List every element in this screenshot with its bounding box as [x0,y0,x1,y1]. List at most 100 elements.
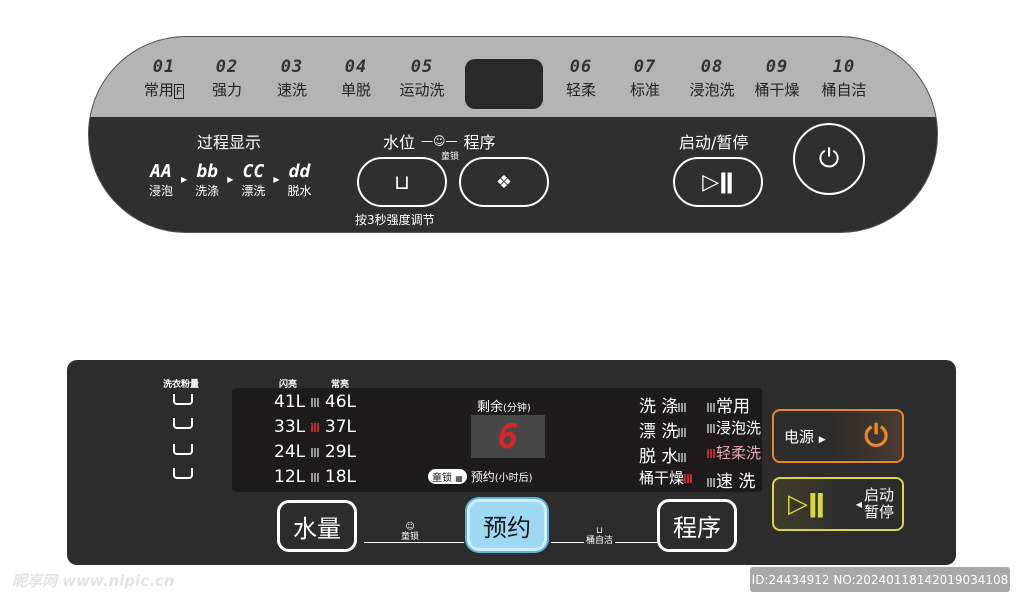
led-indicator [707,402,716,412]
program-01[interactable]: 01 常用 F [129,57,199,100]
stage-row: 洗 涤 [639,392,688,417]
program-label: 浸泡洗 [689,81,735,99]
program-label: 轻柔 [565,81,596,99]
play-pause-icon: ▷ǁ [702,169,734,195]
water-program-header: 水位 —☺— 程序 [383,129,496,153]
detergent-cup-icon [173,468,193,479]
program-09[interactable]: 09 桶干燥 [742,57,812,100]
mode-row: 浸泡洗 [707,417,761,438]
tub-icon: ⊔ [595,526,604,536]
program-label: 桶自洁 [821,81,867,99]
reserve-unit: (小时后) [494,473,533,484]
program-10[interactable]: 10 桶自洁 [809,57,879,100]
stage-label: 脱 水 [639,447,679,467]
process-label: 漂洗 [241,184,266,198]
mode-row: 速 洗 [707,467,755,492]
child-lock-connector [364,542,464,543]
led-indicator [707,449,716,458]
detergent-cup-icon [173,444,193,455]
program-number: 04 [344,57,368,77]
led-indicator [684,474,694,483]
process-step: AA 浸泡 [149,161,173,199]
led-indicator [310,422,320,432]
start-pause-label: ◀ 启动 暂停 [855,486,894,521]
program-08[interactable]: 08 浸泡洗 [677,57,747,100]
level-steady: 37L [324,417,357,437]
mode-label: 常用 [716,397,750,417]
remain-text: 剩余 [477,400,504,415]
stage-label: 漂 洗 [639,422,679,442]
program-label: 标准 [629,81,660,99]
led-indicator [707,424,716,433]
child-lock-text: 童锁 [432,473,452,484]
program-label: 运动洗 [399,81,445,99]
process-title: 过程显示 [197,133,262,152]
stage-row: 脱 水 [639,442,688,467]
start-pause-button[interactable]: ▷ǁ [673,157,763,207]
f-badge: F [173,84,185,99]
process-sequence: AA 浸泡 ▶ bb 洗涤 ▶ CC 漂洗 ▶ dd 脱水 [149,161,312,199]
program-label: 强力 [211,81,242,99]
mode-label: 轻柔洗 [716,444,762,462]
arrow-right-icon: ▶ [227,175,234,184]
level-steady: 46L [324,392,357,412]
diamond-grid-icon: ❖ [495,171,513,193]
power-button[interactable]: 电源 ▶ ⏻ [772,409,904,463]
program-05[interactable]: 05 运动洗 [387,57,457,100]
program-label-text: 常用 [143,81,174,99]
process-code: dd [288,161,311,182]
program-label: 桶干燥 [754,81,800,99]
program-04[interactable]: 04 单脱 [321,57,391,100]
hold-hint: 按3秒强度调节 [355,213,435,227]
program-label: 速洗 [276,81,307,99]
process-step: CC 漂洗 [241,161,265,199]
mode-label: 速 洗 [716,472,756,492]
arrow-right-icon: ▶ [181,175,188,184]
mode-label: 浸泡洗 [716,419,762,437]
power-icon: ⏻ [818,143,840,174]
program-02[interactable]: 02 强力 [192,57,262,100]
program-06[interactable]: 06 轻柔 [546,57,616,100]
time-digit-display: 6 [471,415,545,458]
play-pause-icon: ▷ǁ [788,489,826,519]
process-label: 浸泡 [149,184,174,198]
led-indicator [678,427,688,437]
led-indicator [678,402,688,412]
water-level-row: 24L 29L [274,442,356,462]
mode-row: 常用 [707,392,750,417]
program-07[interactable]: 07 标准 [610,57,680,100]
program-button[interactable]: ❖ [459,157,549,207]
top-display [465,59,543,109]
process-step: bb 洗涤 [195,161,219,199]
tub-clean-text: 桶自洁 [586,536,614,546]
water-label: 水位 [383,133,416,152]
stage-label: 洗 涤 [639,397,679,417]
program-number: 06 [569,57,593,77]
stage-label: 桶干燥 [639,469,685,487]
water-level-button[interactable]: ⊔ [357,157,447,207]
level-steady: 29L [324,442,357,462]
child-lock-hint: ☺ 童锁 [399,522,422,542]
top-control-panel: 01 常用 F 02 强力 03 速洗 04 单脱 05 运动洗 06 轻柔 07 标准 08 浸… [88,36,938,233]
program-number: 07 [633,57,657,77]
reserve-button[interactable]: 预约 [467,499,547,551]
program-03[interactable]: 03 速洗 [257,57,327,100]
program-button[interactable]: 程序 [657,499,737,552]
level-flash: 41L [274,392,306,412]
pause-text: 暂停 [863,503,894,521]
detergent-cup-icon [173,418,193,429]
child-lock-text: 童锁 [401,532,420,542]
start-pause-button[interactable]: ▷ǁ ◀ 启动 暂停 [772,477,904,531]
led-indicator [310,397,320,407]
program-label: 常用 F [129,79,199,100]
watermark-logo: 昵享网 www.nipic.cn [12,572,175,590]
power-button[interactable]: ⏻ [793,123,865,195]
watermark-id: ID:24434912 NO:20240118142019034108 [750,567,1010,592]
level-flash: 12L [274,467,306,487]
baby-face-icon: ☺ [405,522,415,532]
child-lock-icon: —☺— [421,134,458,148]
program-number: 01 [152,57,176,77]
level-flash: 24L [274,442,306,462]
stage-row: 漂 洗 [639,417,688,442]
water-amount-button[interactable]: 水量 [277,500,357,552]
